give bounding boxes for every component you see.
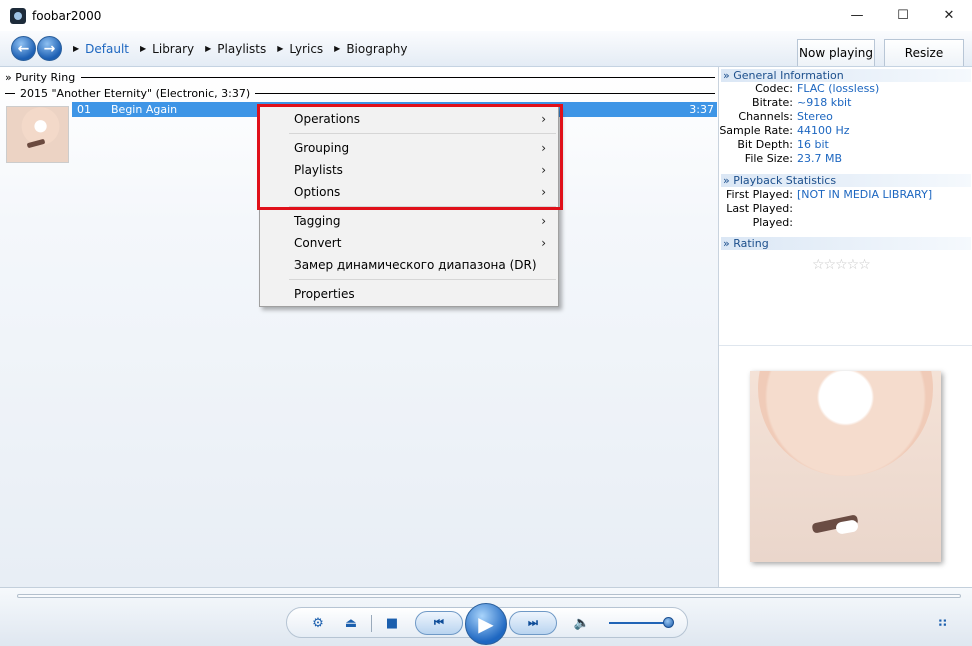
- navigation-bar: ← → ▶ Default ▶ Library ▶ Playlists ▶ Ly…: [0, 31, 972, 67]
- info-value: ~918 kbit: [797, 96, 852, 109]
- breadcrumb-label: Lyrics: [289, 41, 324, 56]
- info-key: Bitrate:: [752, 96, 793, 109]
- breadcrumb-arrow-icon: ▶: [205, 44, 212, 53]
- breadcrumb-biography[interactable]: ▶ Biography: [334, 42, 407, 56]
- menu-item-label: Convert: [294, 236, 342, 250]
- info-value: FLAC (lossless): [797, 82, 880, 95]
- tab-now-playing[interactable]: Now playing: [797, 39, 875, 66]
- breadcrumb-library[interactable]: ▶ Library: [140, 42, 194, 56]
- info-key: First Played:: [725, 188, 793, 201]
- info-row-file-size: File Size: 23.7 MB: [719, 152, 972, 166]
- album-art-dress: [835, 519, 859, 535]
- info-key: Sample Rate:: [719, 124, 793, 137]
- info-key: Codec:: [755, 82, 793, 95]
- close-button[interactable]: ✕: [926, 0, 972, 31]
- group-divider: [81, 76, 715, 78]
- playback-stats-header[interactable]: » Playback Statistics: [721, 174, 971, 187]
- info-key: Last Played:: [726, 202, 793, 215]
- layout-toggle-icon[interactable]: ⠶: [937, 613, 948, 631]
- breadcrumb-arrow-icon: ▶: [73, 44, 80, 53]
- previous-button[interactable]: ⏮: [415, 611, 463, 635]
- info-row-sample-rate: Sample Rate: 44100 Hz: [719, 124, 972, 138]
- art-divider: [719, 345, 972, 346]
- breadcrumb-default[interactable]: ▶ Default: [73, 42, 129, 56]
- breadcrumb-lyrics[interactable]: ▶ Lyrics: [277, 42, 323, 56]
- menu-separator: [289, 279, 556, 280]
- breadcrumb-playlists[interactable]: ▶ Playlists: [205, 42, 266, 56]
- rating-stars[interactable]: ☆☆☆☆☆: [812, 257, 871, 273]
- info-value: [NOT IN MEDIA LIBRARY]: [797, 188, 933, 201]
- artist-group-label: » Purity Ring: [5, 70, 76, 84]
- menu-item-label: Замер динамического диапазона (DR): [294, 258, 537, 272]
- app-icon: [10, 7, 26, 24]
- group-divider: [5, 92, 15, 94]
- info-row-played: Played:: [719, 216, 972, 230]
- info-row-last-played: Last Played:: [719, 202, 972, 216]
- breadcrumb-label: Library: [152, 41, 195, 56]
- track-duration: 3:37: [689, 103, 714, 116]
- breadcrumb-label: Playlists: [217, 41, 267, 56]
- chevron-right-icon: ›: [541, 214, 546, 228]
- album-art-figure: [26, 138, 46, 149]
- highlight-box: [257, 104, 563, 210]
- menu-item-tagging[interactable]: Tagging ›: [260, 210, 558, 232]
- album-group-label: 2015 "Another Eternity" (Electronic, 3:3…: [20, 86, 251, 100]
- minimize-button[interactable]: —: [834, 0, 880, 31]
- info-value: 44100 Hz: [797, 124, 850, 137]
- artist-group-header: » Purity Ring: [5, 70, 715, 84]
- menu-item-dynamic-range[interactable]: Замер динамического диапазона (DR): [260, 254, 558, 276]
- volume-slider[interactable]: [609, 622, 669, 624]
- chevron-right-icon: ›: [541, 236, 546, 250]
- breadcrumb-arrow-icon: ▶: [277, 44, 284, 53]
- play-button[interactable]: ▶: [465, 603, 507, 645]
- volume-icon[interactable]: 🔈: [571, 614, 593, 632]
- volume-slider-knob[interactable]: [663, 617, 674, 628]
- info-key: Bit Depth:: [737, 138, 793, 151]
- playback-controls: ⚙ ⏏ ■ ⏮ ▶ ⏭ 🔈: [286, 603, 688, 645]
- seek-bar[interactable]: [17, 594, 961, 598]
- general-info-header[interactable]: » General Information: [721, 69, 971, 82]
- info-row-codec: Codec: FLAC (lossless): [719, 82, 972, 96]
- next-button[interactable]: ⏭: [509, 611, 557, 635]
- breadcrumb-arrow-icon: ▶: [334, 44, 341, 53]
- menu-item-properties[interactable]: Properties: [260, 283, 558, 305]
- tab-resize[interactable]: Resize: [884, 39, 964, 66]
- menu-item-label: Properties: [294, 287, 355, 301]
- album-thumbnail: [6, 106, 69, 163]
- maximize-button[interactable]: ☐: [880, 0, 926, 31]
- info-key: File Size:: [744, 152, 793, 165]
- back-button[interactable]: ←: [11, 36, 36, 61]
- group-divider: [255, 92, 715, 94]
- info-value: 16 bit: [797, 138, 829, 151]
- album-art: [750, 371, 941, 562]
- info-row-channels: Channels: Stereo: [719, 110, 972, 124]
- breadcrumb-arrow-icon: ▶: [140, 44, 147, 53]
- info-pane: » General Information Codec: FLAC (lossl…: [718, 67, 972, 587]
- info-key: Channels:: [738, 110, 793, 123]
- breadcrumb-label: Default: [85, 41, 130, 56]
- info-row-bitrate: Bitrate: ~918 kbit: [719, 96, 972, 110]
- info-value: 23.7 MB: [797, 152, 843, 165]
- settings-icon[interactable]: ⚙: [309, 614, 327, 632]
- rating-header[interactable]: » Rating: [721, 237, 971, 250]
- info-row-first-played: First Played: [NOT IN MEDIA LIBRARY]: [719, 188, 972, 202]
- forward-button[interactable]: →: [37, 36, 62, 61]
- menu-item-convert[interactable]: Convert ›: [260, 232, 558, 254]
- info-row-bit-depth: Bit Depth: 16 bit: [719, 138, 972, 152]
- menu-item-label: Tagging: [294, 214, 341, 228]
- window-title: foobar2000: [32, 8, 102, 23]
- eject-icon[interactable]: ⏏: [342, 614, 360, 632]
- track-number: 01: [77, 103, 91, 116]
- info-value: Stereo: [797, 110, 833, 123]
- breadcrumb-label: Biography: [346, 41, 408, 56]
- title-bar: foobar2000 — ☐ ✕: [0, 0, 972, 31]
- window-controls: — ☐ ✕: [834, 0, 972, 31]
- info-key: Played:: [752, 216, 793, 229]
- album-art-sun: [758, 371, 933, 476]
- album-group-header: 2015 "Another Eternity" (Electronic, 3:3…: [5, 86, 715, 100]
- control-separator: [371, 615, 372, 632]
- stop-button[interactable]: ■: [384, 614, 400, 632]
- player-bar: ⚙ ⏏ ■ ⏮ ▶ ⏭ 🔈: [0, 587, 972, 646]
